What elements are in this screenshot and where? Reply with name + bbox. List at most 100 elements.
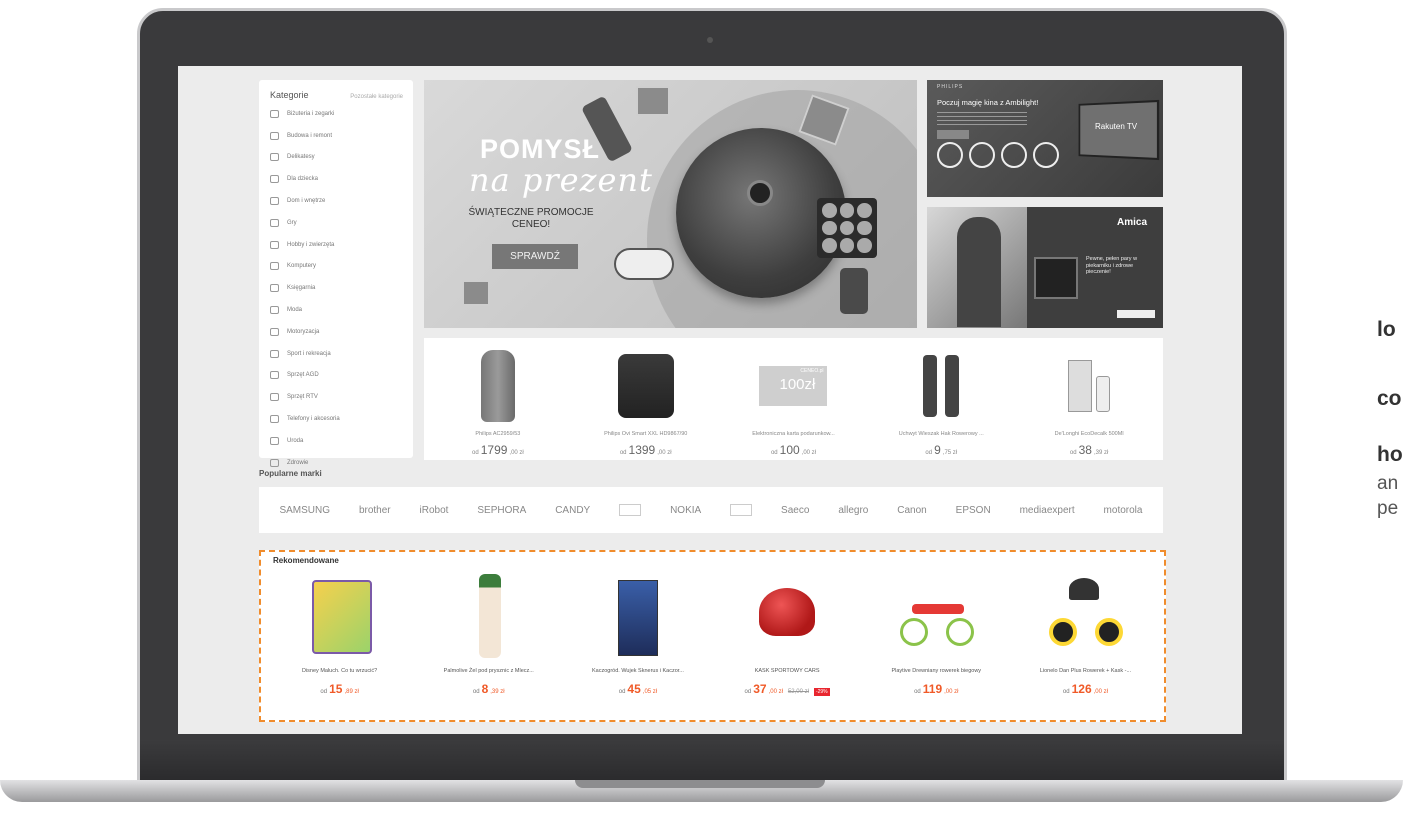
palette-image <box>817 198 877 258</box>
sidebar-item[interactable]: Księgarnia <box>270 277 403 299</box>
card-logo: CENEO.pl <box>800 368 824 374</box>
sidebar-item-label: Księgarnia <box>287 285 316 292</box>
amica-button[interactable] <box>1117 310 1155 318</box>
sidebar-item[interactable]: Budowa i remont <box>270 125 403 147</box>
price-decimals: ,00 zł <box>801 450 817 456</box>
philips-button[interactable] <box>937 130 969 139</box>
product-card[interactable]: Philips Ovi Smart XXL HD9867/90 od 1399,00… <box>572 338 720 460</box>
sidebar-item[interactable]: Delikatesy <box>270 147 403 169</box>
sidebar-item[interactable]: Moda <box>270 299 403 321</box>
product-card[interactable]: Uchwyt Wieszak Hak Rowerowy ... od 9,75 zł <box>867 338 1015 460</box>
price-value: 1799 <box>480 443 508 457</box>
brand-logo[interactable]: allegro <box>838 505 868 516</box>
sidebar-item-label: Uroda <box>287 437 304 444</box>
recommended-card[interactable]: Kaczogród. Wujek Sknerus i Kaczor... od 45… <box>563 574 712 716</box>
product-name: Elektroniczna karta podarunkow... <box>752 431 835 437</box>
sidebar-item[interactable]: Sport i rekreacja <box>270 343 403 365</box>
sidebar-item[interactable]: Komputery <box>270 256 403 278</box>
recommended-card[interactable]: Lionelo Dan Plus Rowerek + Kask -... od 12… <box>1011 574 1160 716</box>
price-prefix: od <box>1069 450 1077 456</box>
price-decimals: ,00 zł <box>1093 689 1108 695</box>
product-price: od 15,89 zł <box>320 682 358 696</box>
laptop-chin <box>140 740 1284 780</box>
side-text: ho <box>1377 443 1403 466</box>
brand-logo[interactable] <box>619 504 642 516</box>
watch-icon <box>270 109 279 118</box>
philips-banner[interactable]: PHILIPS Poczuj magię kina z Ambilight! R… <box>927 80 1163 197</box>
brand-logo[interactable]: CANDY <box>555 505 590 516</box>
sidebar-item[interactable]: Telefony i akcesoria <box>270 408 403 430</box>
product-price: od 1799,00 zł <box>472 443 524 457</box>
sidebar-item-label: Biżuteria i zegarki <box>287 110 335 117</box>
sidebar-item-label: Motoryzacja <box>287 328 320 335</box>
product-price: od 8,39 zł <box>473 682 505 696</box>
laptop-screen: Kategorie Pozostałe kategorie Biżuteria … <box>178 66 1242 734</box>
sidebar-item[interactable]: Motoryzacja <box>270 321 403 343</box>
side-text: co <box>1377 387 1402 410</box>
more-categories-link[interactable]: Pozostałe kategorie <box>350 94 403 100</box>
sidebar-item-label: Delikatesy <box>287 154 315 161</box>
product-price: od 38,39 zł <box>1070 443 1108 457</box>
featured-products: Philips AC2959/53 od 1799,00 zł Philips Ovi… <box>424 338 1163 460</box>
recommended-card[interactable]: Playtive Drewniany rowerek biegowy od 119,… <box>862 574 1011 716</box>
hero-promo-line: CENEO! <box>511 219 551 230</box>
gamepad-icon <box>270 218 279 227</box>
car-icon <box>270 327 279 336</box>
sidebar-item[interactable]: Biżuteria i zegarki <box>270 103 403 125</box>
brand-logo[interactable]: NOKIA <box>670 505 701 516</box>
product-card[interactable]: De'Longhi EcoDecalk 500Ml od 38,39 zł <box>1015 338 1163 460</box>
tv-icon <box>1033 142 1059 168</box>
sidebar-item-label: Dom i wnętrze <box>287 198 326 205</box>
recommended-card[interactable]: KASK SPORTOWY CARS od 37,00 zł 52,00 zł -29% <box>713 574 862 716</box>
product-name: Lionelo Dan Plus Rowerek + Kask -... <box>1039 668 1132 674</box>
book-icon <box>270 284 279 293</box>
tv-icon <box>270 393 279 402</box>
brand-logo[interactable]: motorola <box>1104 505 1143 516</box>
brand-logo[interactable]: Saeco <box>781 505 809 516</box>
brand-logo[interactable]: brother <box>359 505 391 516</box>
sidebar-title: Kategorie <box>270 90 309 100</box>
product-card[interactable]: Philips AC2959/53 od 1799,00 zł <box>424 338 572 460</box>
sidebar-item[interactable]: Hobby i zwierzęta <box>270 234 403 256</box>
sidebar-item[interactable]: Dla dziecka <box>270 168 403 190</box>
sidebar-item-label: Sprzęt RTV <box>287 394 318 401</box>
sidebar-item[interactable]: Dom i wnętrze <box>270 190 403 212</box>
edit-icon <box>937 142 963 168</box>
price-prefix: od <box>925 450 933 456</box>
sidebar-item[interactable]: Uroda <box>270 430 403 452</box>
product-image <box>302 574 378 662</box>
recommended-card[interactable]: Palmolive Żel pod prysznic z Mlecz... od 8… <box>414 574 563 716</box>
product-price: od 37,00 zł 52,00 zł -29% <box>745 682 830 696</box>
sidebar-item[interactable]: Gry <box>270 212 403 234</box>
price-value: 9 <box>934 443 941 457</box>
product-name: De'Longhi EcoDecalk 500Ml <box>1054 431 1124 437</box>
sidebar-item-label: Sprzęt AGD <box>287 372 319 379</box>
amica-banner[interactable]: Amica Pewne, pełen pary w piekarniku i z… <box>927 207 1163 328</box>
brand-logo[interactable]: iRobot <box>420 505 449 516</box>
price-prefix: od <box>770 450 778 456</box>
brand-logo[interactable]: SEPHORA <box>477 505 526 516</box>
price-decimals: ,00 zł <box>944 689 959 695</box>
sidebar-item-label: Moda <box>287 307 303 314</box>
sidebar-item[interactable]: Sprzęt AGD <box>270 365 403 387</box>
price-value: 15 <box>329 682 343 696</box>
sidebar-item-label: Budowa i remont <box>287 132 333 139</box>
check-button[interactable]: SPRAWDŹ <box>492 244 578 269</box>
brand-logo[interactable]: mediaexpert <box>1020 505 1075 516</box>
amica-slogan: Pewne, pełen pary w piekarniku i zdrowe … <box>1086 256 1138 275</box>
robot-camera-image <box>747 180 773 206</box>
brand-logo[interactable]: EPSON <box>956 505 991 516</box>
price-value: 37 <box>753 682 767 696</box>
brand-logo[interactable]: Canon <box>897 505 926 516</box>
pill-icon <box>270 458 279 467</box>
brand-logo[interactable]: SAMSUNG <box>279 505 330 516</box>
product-image <box>1055 346 1123 426</box>
sidebar-item[interactable]: Sprzęt RTV <box>270 386 403 408</box>
lamp-icon <box>270 197 279 206</box>
recommended-card[interactable]: Disney Maluch. Co tu wrzucić? od 15,89 zł <box>265 574 414 716</box>
brand-logo[interactable] <box>730 504 753 516</box>
hero-banner[interactable]: POMYSŁ na prezent ŚWIĄTECZNE PROMOCJE CE… <box>424 80 917 328</box>
recommended-section: Rekomendowane Disney Maluch. Co tu wrzuc… <box>259 550 1166 722</box>
product-card[interactable]: CENEO.pl 100zł Elektroniczna karta podarun… <box>720 338 868 460</box>
product-price: od 9,75 zł <box>925 443 957 457</box>
